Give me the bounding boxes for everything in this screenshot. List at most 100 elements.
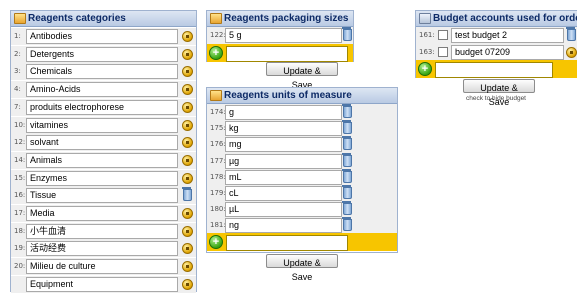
folder-icon [210,90,222,101]
unit-name-field[interactable]: ng [225,218,342,234]
units-new-input[interactable] [226,235,348,251]
trash-icon[interactable] [342,217,352,232]
budget-name-field[interactable]: test budget 2 [451,28,564,43]
category-row: 14: Animals [11,151,196,169]
categories-title: Reagents categories [28,13,126,24]
row-index: 161: [419,31,435,39]
trash-icon[interactable] [182,187,192,202]
unit-name-field[interactable]: µg [225,153,342,169]
lock-icon [566,46,577,58]
category-name-field[interactable]: Antibodies [26,29,178,44]
category-row: 18: 小牛血清 [11,222,196,240]
packaging-row: 122: 5 g [207,27,353,44]
lock-icon [182,278,193,290]
row-index: 17: [14,209,26,217]
category-name-field[interactable]: solvant [26,135,178,151]
packaging-new-input[interactable] [226,46,348,62]
units-update-save-button[interactable]: Update & Save [266,254,338,282]
row-index: 19: [14,244,26,253]
row-index: 12: [14,138,26,147]
trash-icon[interactable] [342,201,352,216]
hide-budget-checkbox[interactable] [438,30,448,40]
trash-icon[interactable] [566,27,576,41]
budget-new-input[interactable] [435,62,553,78]
category-name-field[interactable]: Media [26,206,178,221]
unit-row: 175: kg [207,120,397,138]
trash-icon[interactable] [342,27,352,41]
packaging-header: Reagents packaging sizes [207,11,353,27]
category-name-field[interactable]: Detergents [26,46,178,62]
category-name-field[interactable]: Enzymes [26,170,178,186]
lock-icon [182,208,193,219]
trash-icon[interactable] [342,185,352,199]
trash-icon[interactable] [342,136,352,151]
category-row: 1: Antibodies [11,28,196,45]
budget-update-save-button[interactable]: Update & Save [463,79,535,107]
trash-icon[interactable] [342,152,352,167]
budget-header: Budget accounts used for ordering [416,11,577,27]
packaging-panel: Reagents packaging sizes 122: 5 g + [206,10,354,62]
unit-name-field[interactable]: kg [225,121,342,137]
trash-icon[interactable] [342,168,352,183]
row-index: 175: [210,124,226,133]
unit-name-field[interactable]: cL [225,186,342,201]
category-name-field[interactable]: Equipment [26,276,178,292]
unit-row: 176: mg [207,136,397,154]
unit-name-field[interactable]: mL [225,169,342,185]
category-name-field[interactable]: 小牛血清 [26,223,178,239]
category-row: 3: Chemicals [11,63,196,81]
packaging-update-save-button[interactable]: Update & Save [266,62,338,90]
unit-name-field[interactable]: g [225,105,342,120]
unit-row: 179: cL [207,185,397,202]
category-name-field[interactable]: 活动经费 [26,241,178,257]
row-index: 3: [14,67,21,76]
row-index: 174: [210,108,226,116]
row-index: 181: [210,221,226,230]
units-panel: Reagents units of measure 174: g 175: kg 176… [206,87,398,253]
category-name-field[interactable]: Tissue [26,188,178,204]
row-index: 1: [14,32,21,40]
unit-row: 177: µg [207,152,397,170]
budget-add-row: + [416,60,577,78]
row-index: 10: [14,120,26,129]
row-index: 180: [210,205,226,214]
category-row: 19: 活动经费 [11,240,196,258]
category-name-field[interactable]: produits electrophorese [26,99,178,115]
lock-icon [182,243,193,255]
lock-icon [182,137,193,149]
lock-icon [182,48,193,60]
add-icon[interactable]: + [209,235,223,249]
hide-budget-checkbox[interactable] [438,46,448,57]
packaging-size-field[interactable]: 5 g [225,28,342,43]
row-index: 20: [14,262,26,271]
category-name-field[interactable]: vitamines [26,117,178,133]
add-icon[interactable]: + [418,62,432,76]
folder-icon [14,13,26,24]
category-row: 20: Milieu de culture [11,258,196,276]
unit-name-field[interactable]: µL [225,202,342,218]
category-name-field[interactable]: Milieu de culture [26,259,178,275]
folder-icon [210,13,222,24]
category-row: 16: Tissue [11,187,196,205]
budget-panel: Budget accounts used for ordering 161: te… [415,10,577,78]
packaging-add-row: + [207,44,353,62]
category-row: 2: Detergents [11,45,196,63]
category-name-field[interactable]: Animals [26,152,178,168]
row-index: 18: [14,226,26,235]
packaging-title: Reagents packaging sizes [224,13,349,24]
category-name-field[interactable]: Amino-Acids [26,82,178,98]
units-add-row: + [207,233,397,251]
add-icon[interactable]: + [209,46,223,60]
budget-hint: check to hide budget [466,95,526,102]
lock-icon [182,225,193,237]
trash-icon[interactable] [342,104,352,118]
row-index: 178: [210,172,226,181]
trash-icon[interactable] [342,120,352,135]
unit-name-field[interactable]: mg [225,137,342,153]
unit-row: 178: mL [207,168,397,186]
category-row: 7: produits electrophorese [11,98,196,116]
category-name-field[interactable]: Chemicals [26,64,178,80]
category-row: Equipment [11,275,196,293]
category-row: 4: Amino-Acids [11,81,196,99]
budget-name-field[interactable]: budget 07209 [451,44,564,60]
